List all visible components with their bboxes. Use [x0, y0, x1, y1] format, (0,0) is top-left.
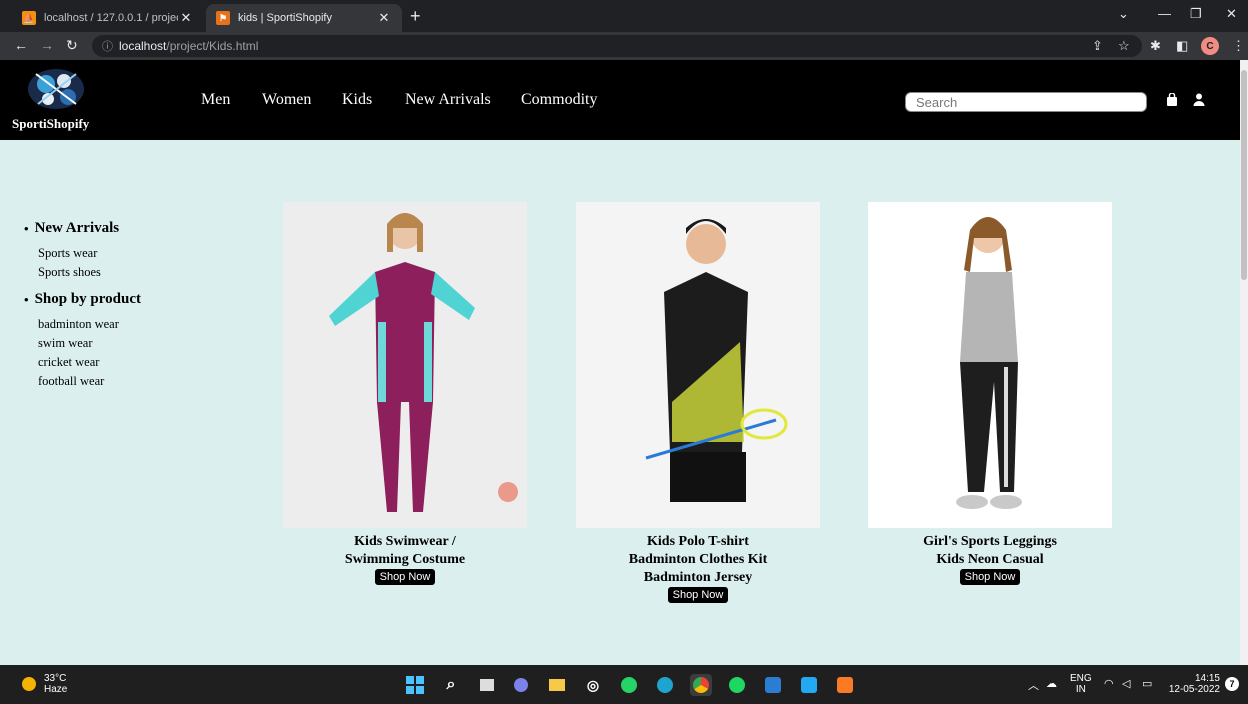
weather-widget[interactable]: 33°C Haze [22, 673, 67, 695]
nav-men[interactable]: Men [201, 91, 230, 109]
product-card: Girl's Sports Leggings Kids Neon Casual … [868, 202, 1112, 585]
menu-icon[interactable]: ⋮ [1232, 38, 1245, 54]
brand-name[interactable]: SportiShopify [12, 116, 89, 132]
wifi-icon[interactable]: ◠ [1104, 677, 1114, 690]
obs-icon[interactable]: ◎ [582, 674, 604, 696]
tab-title: localhost / 127.0.0.1 / project / fo [44, 12, 178, 24]
notification-badge[interactable]: 7 [1225, 677, 1239, 691]
shop-now-button[interactable]: Shop Now [374, 569, 436, 585]
language-indicator[interactable]: ENG IN [1070, 673, 1092, 695]
search-icon[interactable]: ⌕ [440, 674, 462, 696]
info-icon[interactable]: ⓘ [102, 38, 113, 54]
site-favicon: ⚑ [216, 11, 230, 25]
sidebar-item-cricket-wear[interactable]: cricket wear [38, 353, 141, 372]
browser-toolbar: ← → ↻ ⓘ localhost/project/Kids.html ⇪ ☆ … [0, 32, 1248, 60]
sidebar-item-football-wear[interactable]: football wear [38, 372, 141, 391]
sidepanel-icon[interactable]: ◧ [1176, 38, 1188, 54]
tab-search-icon[interactable]: ⌄ [1118, 6, 1129, 22]
chrome-icon[interactable] [690, 674, 712, 696]
nav-new-arrivals[interactable]: New Arrivals [405, 91, 491, 109]
weather-temp: 33°C [44, 673, 67, 684]
windows-start-icon[interactable] [404, 674, 426, 696]
sidebar-item-badminton-wear[interactable]: badminton wear [38, 315, 141, 334]
close-icon[interactable]: ✕ [178, 10, 194, 26]
sidebar-list: badminton wear swim wear cricket wear fo… [24, 315, 141, 391]
sidebar-item-swim-wear[interactable]: swim wear [38, 334, 141, 353]
browser-tabstrip: ⛵ localhost / 127.0.0.1 / project / fo ✕… [0, 0, 1248, 32]
url-path: /project/Kids.html [166, 39, 259, 53]
tray-overflow-icon[interactable]: ︿ [1028, 677, 1039, 693]
task-view-icon[interactable] [476, 674, 498, 696]
page-viewport: SportiShopify Men Women Kids New Arrival… [0, 60, 1240, 665]
product-image-polo[interactable] [576, 202, 820, 528]
windows-taskbar: 33°C Haze ⌕ ◎ ︿ ☁ ENG IN ◠ ◁ ▭ 14:15 12-… [0, 665, 1248, 704]
sports-logo-icon[interactable] [26, 68, 86, 110]
teams-chat-icon[interactable] [510, 674, 532, 696]
search-input[interactable] [905, 92, 1147, 112]
user-icon[interactable] [1193, 93, 1205, 109]
shop-now-button[interactable]: Shop Now [959, 569, 1021, 585]
product-card: Kids Swimwear / Swimming Costume Shop No… [283, 202, 527, 585]
nav-women[interactable]: Women [262, 91, 311, 109]
sidebar-list: Sports wear Sports shoes [24, 244, 141, 282]
file-explorer-icon[interactable] [546, 674, 568, 696]
site-header: SportiShopify Men Women Kids New Arrival… [0, 60, 1240, 140]
extensions-icon[interactable]: ✱ [1150, 38, 1161, 54]
reload-button[interactable]: ↻ [66, 37, 78, 54]
close-icon[interactable]: ✕ [376, 10, 392, 26]
url-host: localhost [119, 39, 167, 53]
sidebar-heading-shop-by-product: • Shop by product [24, 291, 141, 307]
sidebar-heading-new-arrivals: • New Arrivals [24, 220, 120, 236]
product-image-swimwear[interactable] [283, 202, 527, 528]
tab-title: kids | SportiShopify [238, 12, 332, 24]
maximize-button[interactable]: ❐ [1190, 6, 1202, 22]
nav-commodity[interactable]: Commodity [521, 91, 597, 109]
edge-icon[interactable] [654, 674, 676, 696]
shopping-bag-icon[interactable] [1166, 92, 1178, 109]
whatsapp-icon[interactable] [618, 674, 640, 696]
forward-button[interactable]: → [40, 37, 54, 53]
shop-now-button[interactable]: Shop Now [667, 587, 729, 603]
scrollbar-thumb[interactable] [1241, 70, 1247, 280]
battery-icon[interactable]: ▭ [1142, 677, 1152, 690]
new-tab-button[interactable]: + [410, 6, 421, 27]
product-card: Kids Polo T-shirt Badminton Clothes Kit … [576, 202, 820, 603]
phpmyadmin-icon: ⛵ [22, 11, 36, 25]
back-button[interactable]: ← [14, 37, 28, 53]
profile-avatar[interactable]: C [1201, 37, 1219, 55]
onedrive-icon[interactable]: ☁ [1046, 677, 1057, 690]
xampp-icon[interactable] [834, 674, 856, 696]
category-sidebar: • New Arrivals Sports wear Sports shoes •… [24, 220, 141, 400]
minimize-button[interactable]: — [1158, 6, 1171, 21]
nav-kids[interactable]: Kids [342, 91, 372, 109]
tab-phpmyadmin[interactable]: ⛵ localhost / 127.0.0.1 / project / fo ✕ [12, 4, 204, 32]
page-scrollbar[interactable] [1240, 60, 1248, 665]
product-title[interactable]: Girl's Sports Leggings Kids Neon Casual [868, 533, 1112, 569]
product-title[interactable]: Kids Polo T-shirt Badminton Clothes Kit … [576, 533, 820, 587]
tab-kids[interactable]: ⚑ kids | SportiShopify ✕ [206, 4, 402, 32]
volume-icon[interactable]: ◁ [1122, 677, 1130, 690]
sidebar-item-sports-shoes[interactable]: Sports shoes [38, 263, 141, 282]
sun-icon [22, 677, 36, 691]
close-window-button[interactable]: ✕ [1226, 6, 1237, 22]
product-image-leggings[interactable] [868, 202, 1112, 528]
clock[interactable]: 14:15 12-05-2022 [1166, 673, 1220, 695]
sidebar-item-sports-wear[interactable]: Sports wear [38, 244, 141, 263]
address-bar[interactable]: ⓘ localhost/project/Kids.html [92, 35, 1142, 57]
weather-desc: Haze [44, 684, 68, 695]
word-icon[interactable] [762, 674, 784, 696]
vscode-icon[interactable] [798, 674, 820, 696]
bookmark-star-icon[interactable]: ☆ [1118, 38, 1130, 54]
share-icon[interactable]: ⇪ [1092, 38, 1103, 54]
spotify-icon[interactable] [726, 674, 748, 696]
product-title[interactable]: Kids Swimwear / Swimming Costume [283, 533, 527, 569]
